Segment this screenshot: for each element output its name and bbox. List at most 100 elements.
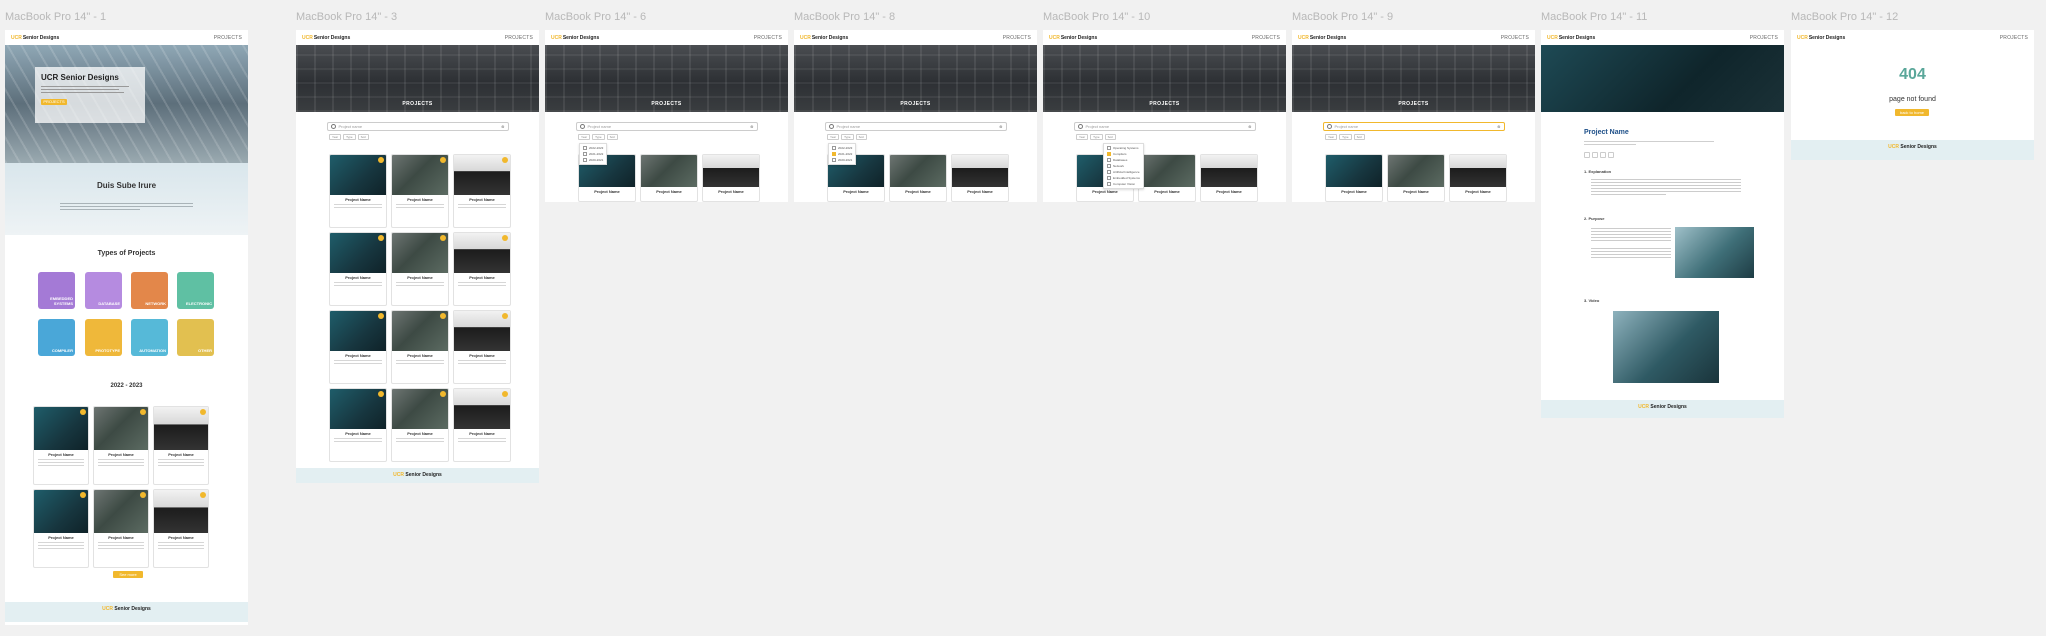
logo[interactable]: UCR Senior Designs	[551, 35, 599, 41]
filter-year[interactable]: Year	[329, 134, 342, 140]
project-card[interactable]: Project Name	[1138, 154, 1196, 202]
nav-projects-link[interactable]: PROJECTS	[2000, 35, 2028, 41]
project-card[interactable]: Project Name	[640, 154, 698, 202]
filter-year[interactable]: Year	[827, 134, 840, 140]
checkbox[interactable]	[1107, 164, 1111, 168]
project-card[interactable]: Project Name	[153, 406, 209, 485]
year-option[interactable]: 2020-2021	[580, 157, 606, 163]
type-tile-compiler[interactable]: COMPILER	[38, 319, 75, 356]
project-card[interactable]: Project Name	[391, 310, 449, 384]
nav-projects-link[interactable]: PROJECTS	[214, 35, 242, 41]
filter-sort[interactable]: Sort	[1353, 134, 1366, 140]
logo[interactable]: UCR Senior Designs	[800, 35, 848, 41]
clear-icon[interactable]: ⊗	[1497, 124, 1500, 129]
project-card[interactable]: Project Name	[93, 489, 149, 568]
filter-sort[interactable]: Sort	[606, 134, 619, 140]
project-card[interactable]: Project Name	[391, 154, 449, 228]
filter-year[interactable]: Year	[1325, 134, 1338, 140]
type-tile-prototype[interactable]: PROTOTYPE	[85, 319, 122, 356]
nav-projects-link[interactable]: PROJECTS	[754, 35, 782, 41]
logo[interactable]: UCR Senior Designs	[11, 35, 59, 41]
project-card[interactable]: Project Name	[329, 310, 387, 384]
search-bar[interactable]: Project name ⊗	[824, 122, 1007, 131]
project-card[interactable]: Project Name	[1449, 154, 1507, 202]
nav-projects-link[interactable]: PROJECTS	[1501, 35, 1529, 41]
project-card[interactable]: Project Name	[702, 154, 760, 202]
type-option[interactable]: Computer Vision	[1104, 181, 1143, 187]
filter-year[interactable]: Year	[578, 134, 591, 140]
project-card[interactable]: Project Name	[1387, 154, 1445, 202]
checkbox[interactable]	[832, 146, 836, 150]
hero-projects-button[interactable]: PROJECTS	[41, 99, 67, 105]
type-tile-network[interactable]: NETWORK	[131, 272, 168, 309]
year-option[interactable]: 2020-2021	[829, 157, 855, 163]
checkbox[interactable]	[1107, 170, 1111, 174]
search-input[interactable]: Project name	[339, 124, 363, 129]
see-more-button[interactable]: See more	[113, 571, 143, 578]
checkbox[interactable]	[1107, 158, 1111, 162]
project-card[interactable]: Project Name	[329, 232, 387, 306]
project-card[interactable]: Project Name	[33, 406, 89, 485]
clear-icon[interactable]: ⊗	[501, 124, 504, 129]
logo[interactable]: UCR Senior Designs	[1298, 35, 1346, 41]
project-card[interactable]: Project Name	[1200, 154, 1258, 202]
clear-icon[interactable]: ⊗	[999, 124, 1002, 129]
search-input[interactable]: Project name	[1086, 124, 1110, 129]
search-bar[interactable]: Project name ⊗	[326, 122, 509, 131]
checkbox[interactable]	[1107, 176, 1111, 180]
project-card[interactable]: Project Name	[453, 232, 511, 306]
project-card[interactable]: Project Name	[153, 489, 209, 568]
project-card[interactable]: Project Name	[453, 154, 511, 228]
filter-type[interactable]: Type	[1090, 134, 1103, 140]
type-tile-database[interactable]: DATABASE	[85, 272, 122, 309]
checkbox[interactable]	[1107, 182, 1111, 186]
project-card[interactable]: Project Name	[391, 232, 449, 306]
search-bar[interactable]: Project name ⊗	[1322, 122, 1505, 131]
checkbox[interactable]	[583, 152, 587, 156]
checkbox[interactable]	[583, 146, 587, 150]
filter-sort[interactable]: Sort	[357, 134, 370, 140]
checkbox-checked[interactable]	[832, 152, 836, 156]
search-input[interactable]: Project name	[1335, 124, 1359, 129]
back-home-button[interactable]: back to home	[1895, 109, 1929, 116]
filter-sort[interactable]: Sort	[1104, 134, 1117, 140]
filter-type[interactable]: Type	[343, 134, 356, 140]
checkbox[interactable]	[1107, 146, 1111, 150]
nav-projects-link[interactable]: PROJECTS	[1750, 35, 1778, 41]
filter-type[interactable]: Type	[592, 134, 605, 140]
search-bar[interactable]: Project name ⊗	[1073, 122, 1256, 131]
project-card[interactable]: Project Name	[453, 310, 511, 384]
search-input[interactable]: Project name	[837, 124, 861, 129]
clear-icon[interactable]: ⊗	[750, 124, 753, 129]
filter-year[interactable]: Year	[1076, 134, 1089, 140]
filter-type[interactable]: Type	[841, 134, 854, 140]
project-card[interactable]: Project Name	[33, 489, 89, 568]
logo[interactable]: UCR Senior Designs	[302, 35, 350, 41]
project-card[interactable]: Project Name	[93, 406, 149, 485]
checkbox-checked[interactable]	[1107, 152, 1111, 156]
nav-projects-link[interactable]: PROJECTS	[1003, 35, 1031, 41]
filter-sort[interactable]: Sort	[855, 134, 868, 140]
project-card[interactable]: Project Name	[391, 388, 449, 462]
project-card[interactable]: Project Name	[453, 388, 511, 462]
video-player[interactable]	[1613, 311, 1719, 383]
logo[interactable]: UCR Senior Designs	[1049, 35, 1097, 41]
project-card[interactable]: Project Name	[329, 388, 387, 462]
project-card[interactable]: Project Name	[889, 154, 947, 202]
clear-icon[interactable]: ⊗	[1248, 124, 1251, 129]
logo[interactable]: UCR Senior Designs	[1547, 35, 1595, 41]
type-tile-automation[interactable]: AUTOMATION	[131, 319, 168, 356]
project-card[interactable]: Project Name	[951, 154, 1009, 202]
type-tile-embedded[interactable]: EMBEDDED SYSTEMS	[38, 272, 75, 309]
nav-projects-link[interactable]: PROJECTS	[505, 35, 533, 41]
filter-type[interactable]: Type	[1339, 134, 1352, 140]
logo[interactable]: UCR Senior Designs	[1797, 35, 1845, 41]
type-tile-other[interactable]: OTHER	[177, 319, 214, 356]
nav-projects-link[interactable]: PROJECTS	[1252, 35, 1280, 41]
checkbox[interactable]	[583, 158, 587, 162]
search-input[interactable]: Project name	[588, 124, 612, 129]
checkbox[interactable]	[832, 158, 836, 162]
project-card[interactable]: Project Name	[1325, 154, 1383, 202]
type-tile-electronic[interactable]: ELECTRONIC	[177, 272, 214, 309]
project-card[interactable]: Project Name	[329, 154, 387, 228]
